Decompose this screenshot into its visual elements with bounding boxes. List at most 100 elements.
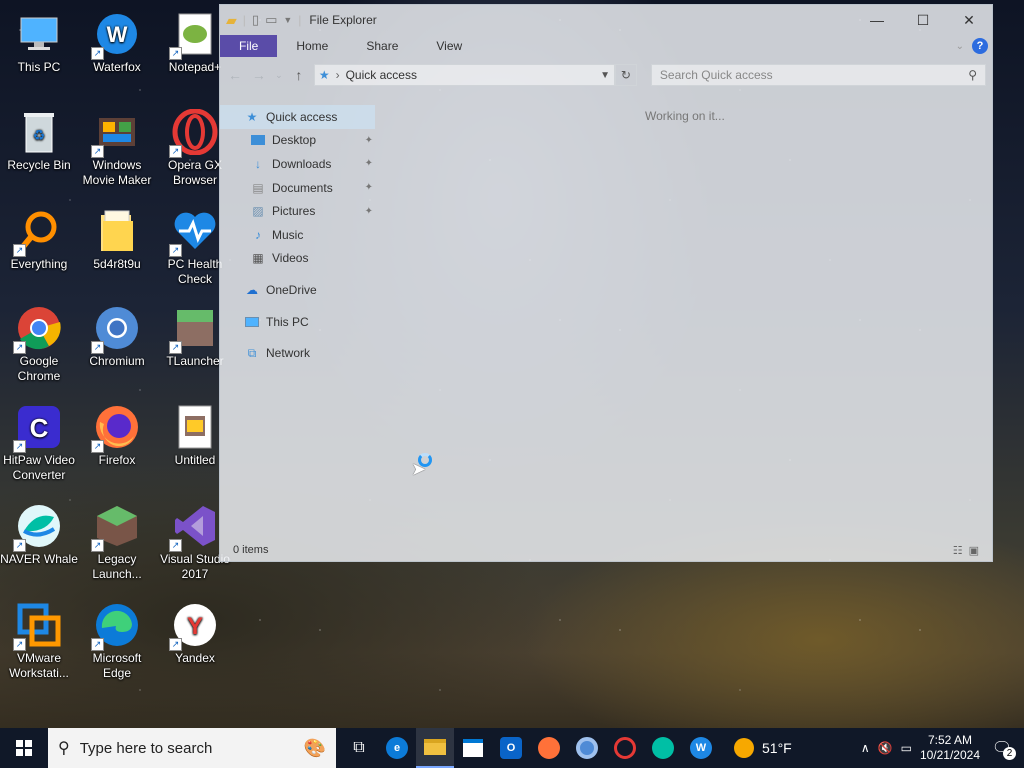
chevron-up-icon[interactable]: ∧	[861, 741, 870, 755]
search-box[interactable]: Search Quick access ⚲	[650, 64, 986, 86]
address-bar[interactable]: ★ › Quick access ▼	[313, 64, 615, 86]
maximize-button[interactable]: ☐	[900, 5, 946, 35]
taskbar-whale[interactable]	[644, 728, 682, 768]
shortcut-arrow-icon: ↗	[169, 47, 182, 60]
desktop-icon-chromium[interactable]: ↗ Chromium	[78, 304, 156, 369]
up-button[interactable]: ↑	[290, 67, 308, 83]
title-bar[interactable]: ▰ | ▯ ▭ ▼ | File Explorer — ☐ ✕	[220, 5, 992, 35]
details-view-icon[interactable]: ☷	[953, 544, 963, 557]
taskbar-store[interactable]	[454, 728, 492, 768]
forward-button[interactable]: →	[250, 67, 268, 83]
taskbar-chromium[interactable]	[568, 728, 606, 768]
svg-text:♻: ♻	[33, 127, 46, 143]
desktop-icon-label: Opera GX Browser	[167, 158, 223, 187]
close-button[interactable]: ✕	[946, 5, 992, 35]
shortcut-arrow-icon: ↗	[91, 47, 104, 60]
desktop-icon-naver-whale[interactable]: ↗ NAVER Whale	[0, 502, 78, 567]
notification-center-button[interactable]: 🗨 2	[988, 734, 1016, 762]
desktop-icon-hitpaw[interactable]: C ↗ HitPaw Video Converter	[0, 403, 78, 483]
desktop-icon-recycle-bin[interactable]: ♻ Recycle Bin	[0, 108, 78, 173]
nav-label: Quick access	[266, 109, 338, 124]
expand-ribbon-icon[interactable]: ⌄	[956, 41, 964, 52]
nav-label: Music	[272, 227, 304, 242]
tab-view[interactable]: View	[417, 35, 481, 57]
movie-maker-icon: ↗	[91, 108, 141, 158]
shortcut-arrow-icon: ↗	[13, 244, 26, 257]
nav-item-music[interactable]: ♪ Music	[220, 223, 375, 247]
pin-icon[interactable]: ✦	[365, 182, 373, 193]
recent-locations-button[interactable]: ⌄	[274, 70, 284, 81]
nav-label: Documents	[272, 180, 333, 195]
chevron-down-icon[interactable]: ▼	[283, 15, 292, 25]
clock[interactable]: 7:52 AM 10/21/2024	[920, 733, 980, 763]
desktop-icon-folder[interactable]: 5d4r8t9u	[78, 207, 156, 272]
taskbar-opera[interactable]	[606, 728, 644, 768]
pin-icon[interactable]: ✦	[365, 206, 373, 217]
pin-icon[interactable]: ✦	[365, 135, 373, 146]
desktop-icon-vmware[interactable]: ↗ VMware Workstati...	[0, 601, 78, 681]
taskbar-search-input[interactable]: Type here to search	[80, 740, 213, 757]
desktop-icon-this-pc[interactable]: This PC	[0, 10, 78, 75]
breadcrumb-separator-icon: ›	[335, 68, 340, 82]
nav-item-documents[interactable]: ▤ Documents ✦	[220, 176, 375, 200]
desktop-icon-google-chrome[interactable]: ↗ Google Chrome	[0, 304, 78, 384]
nav-item-onedrive[interactable]: ☁ OneDrive	[220, 278, 375, 302]
desktop-icon-movie-maker[interactable]: ↗ Windows Movie Maker	[78, 108, 156, 188]
firefox-icon: ↗	[91, 403, 141, 453]
desktop-icon-label: 5d4r8t9u	[93, 257, 141, 271]
properties-icon[interactable]: ▯	[252, 12, 259, 28]
shortcut-arrow-icon: ↗	[169, 341, 182, 354]
nav-label: OneDrive	[266, 282, 317, 297]
tab-file[interactable]: File	[220, 35, 278, 57]
large-icons-view-icon[interactable]: ▣	[969, 544, 979, 557]
desktop-icon-yandex[interactable]: Y ↗ Yandex	[156, 601, 234, 666]
nav-item-quick-access[interactable]: ★ Quick access	[220, 105, 375, 129]
weather-widget[interactable]: 51°F	[734, 738, 792, 758]
new-folder-icon[interactable]: ▭	[265, 12, 277, 28]
refresh-button[interactable]: ↻	[614, 64, 637, 86]
desktop-icon-label: NAVER Whale	[0, 552, 78, 566]
volume-muted-icon[interactable]: 🔇	[878, 741, 893, 755]
network-icon[interactable]: ▭	[901, 741, 912, 755]
desktop-icon-microsoft-edge[interactable]: ↗ Microsoft Edge	[78, 601, 156, 681]
taskbar-edge[interactable]: e	[378, 728, 416, 768]
desktop-icon-label: TLauncher	[166, 354, 224, 368]
nav-label: Downloads	[272, 156, 332, 171]
nav-item-desktop[interactable]: Desktop ✦	[220, 129, 375, 153]
taskbar-waterfox[interactable]: W	[682, 728, 720, 768]
chevron-down-icon[interactable]: ▼	[600, 70, 610, 81]
start-button[interactable]	[0, 728, 48, 768]
taskbar-file-explorer[interactable]	[416, 728, 454, 768]
taskbar-search-box[interactable]: ⚲ Type here to search 🎨	[48, 728, 336, 768]
minecraft-block-icon: ↗	[169, 304, 219, 354]
nav-item-network[interactable]: ⧉ Network	[220, 341, 375, 365]
search-input[interactable]: Search Quick access	[660, 68, 773, 82]
search-highlight-icon: 🎨	[303, 737, 326, 758]
task-view-button[interactable]: ⧉	[340, 728, 378, 768]
music-note-icon: ♪	[255, 227, 261, 242]
hitpaw-icon: C ↗	[13, 403, 63, 453]
taskbar-firefox[interactable]	[530, 728, 568, 768]
tab-share[interactable]: Share	[347, 35, 417, 57]
pin-icon[interactable]: ✦	[365, 158, 373, 169]
tab-home[interactable]: Home	[277, 35, 347, 57]
back-button[interactable]: ←	[226, 67, 244, 83]
shortcut-arrow-icon: ↗	[13, 440, 26, 453]
desktop-icon-firefox[interactable]: ↗ Firefox	[78, 403, 156, 468]
help-icon[interactable]: ?	[972, 38, 988, 54]
nav-item-this-pc[interactable]: This PC	[220, 310, 375, 334]
nav-item-downloads[interactable]: ↓ Downloads ✦	[220, 152, 375, 176]
nav-label: Network	[266, 346, 311, 361]
desktop-icon-waterfox[interactable]: W ↗ Waterfox	[78, 10, 156, 75]
shortcut-arrow-icon: ↗	[169, 244, 182, 257]
minimize-button[interactable]: —	[854, 5, 900, 35]
waterfox-icon: W ↗	[91, 10, 141, 60]
file-explorer-window[interactable]: ▰ | ▯ ▭ ▼ | File Explorer — ☐ ✕ File Hom…	[219, 4, 993, 562]
desktop-icon-everything[interactable]: ↗ Everything	[0, 207, 78, 272]
desktop-icon-label: VMware Workstati...	[9, 651, 69, 680]
taskbar-apps: ⧉ e O W	[340, 728, 720, 768]
desktop-icon-legacy-launcher[interactable]: ↗ Legacy Launch...	[78, 502, 156, 582]
nav-item-pictures[interactable]: ▨ Pictures ✦	[220, 199, 375, 223]
taskbar-outlook[interactable]: O	[492, 728, 530, 768]
nav-item-videos[interactable]: ▦ Videos	[220, 247, 375, 271]
